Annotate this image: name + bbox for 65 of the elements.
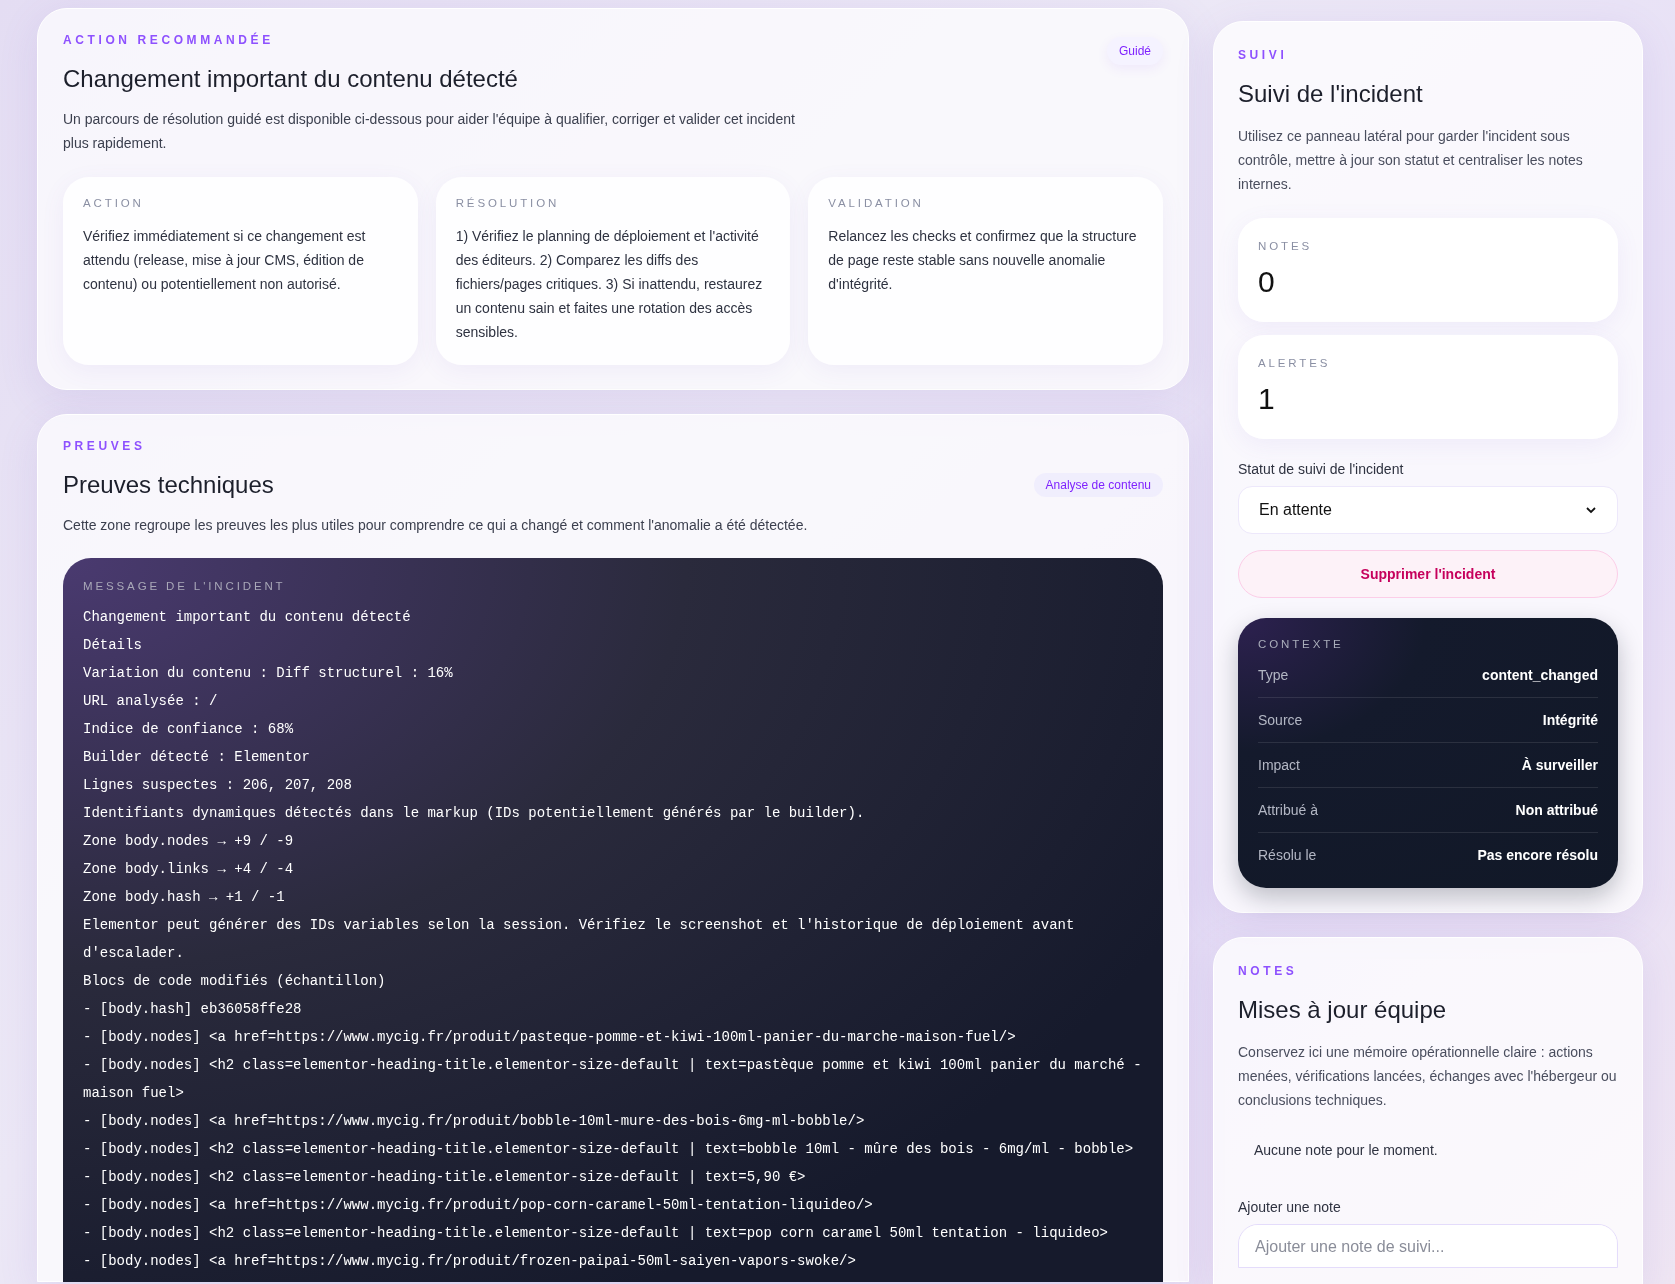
card-description: Un parcours de résolution guidé est disponible ci-dessous pour aider l'équipe à qualifier, corriger et valider cet incident plus rapidement. (63, 110, 796, 153)
context-value: Pas encore résolu (1477, 846, 1598, 866)
step-label: ACTION (83, 196, 145, 211)
card-description: Cette zone regroupe les preuves les plus utiles pour comprendre ce qui a changé et comment l'anomalie a été détectée. (63, 516, 809, 535)
note-input-field[interactable]: Ajouter une note de suivi... (1238, 1224, 1618, 1269)
chevron-down-icon (1585, 504, 1597, 516)
message-line: Elementor peut générer des IDs variables selon la session. Vérifiez le screenshot et l'historique de déploiement avant d'escalader. (83, 916, 1076, 964)
section-eyebrow: PREUVES (63, 438, 147, 455)
card-title: Changement important du contenu détecté (63, 64, 518, 94)
message-line: Zone body.hash → +1 / -1 (83, 888, 286, 908)
context-label: Source (1258, 710, 1303, 730)
context-label: Résolu le (1258, 846, 1317, 866)
guided-badge: Guidé (1106, 37, 1163, 65)
context-label: Type (1258, 665, 1289, 685)
message-line: Zone body.nodes → +9 / -9 (83, 832, 295, 852)
context-value: Intégrité (1542, 710, 1598, 730)
message-line: URL analysée : / (83, 692, 219, 712)
card-description: Conservez ici une mémoire opérationnelle claire : actions menées, vérifications lancées, échanges avec l'hébergeur ou conclusions techniques. (1238, 1043, 1618, 1111)
message-line: Identifiants dynamiques détectés dans le markup (IDs potentiellement générés par le builder). (83, 804, 866, 824)
context-value: content_changed (1482, 665, 1598, 685)
panel-label: MESSAGE DE L'INCIDENT (83, 579, 287, 594)
context-value: Non attribué (1515, 800, 1598, 820)
message-line: - [body.nodes] <h2 class=elementor-heading-title.elementor-size-default | text=pop corn caramel 50ml tentation - liquideo> (83, 1224, 1109, 1244)
delete-button[interactable]: Supprimer l'incident (1238, 550, 1618, 598)
message-line: - [body.nodes] <h2 class=elementor-heading-title.elementor-size-default | text=5,90 €> (83, 1168, 807, 1188)
context-label: Impact (1258, 755, 1300, 775)
stat-value: 0 (1258, 264, 1276, 301)
step-label: RÉSOLUTION (455, 196, 561, 211)
context-value: À surveiller (1521, 755, 1598, 775)
message-line: Changement important du contenu détecté (83, 608, 412, 628)
stat-value: 1 (1258, 381, 1276, 418)
message-line: - [body.nodes] <a href=https://www.mycig.fr/produit/frozen-paipai-50ml-saiyen-vapors-swoke/> (83, 1252, 857, 1272)
stat-label: NOTES (1258, 239, 1313, 254)
card-title: Mises à jour équipe (1238, 995, 1448, 1026)
message-line: Variation du contenu : Diff structurel : 16% (83, 664, 454, 684)
message-line: - [body.nodes] <h2 class=elementor-heading-title.elementor-size-default | text=pastèque pomme et kiwi 100ml panier du marché - maison fuel> (83, 1056, 1143, 1104)
message-line: - [body.hash] eb36058ffe28 (83, 1000, 303, 1020)
step-text: Vérifiez immédiatement si ce changement est attendu (release, mise à jour CMS, édition de contenu) ou potentiellement non autorisé. (83, 227, 367, 295)
message-line: - [body.nodes] <a href=https://www.mycig.fr/produit/pasteque-pomme-et-kiwi-100ml-panier-du-marche-maison-fuel/> (83, 1028, 1017, 1048)
message-line: - [body.nodes] <a href=https://www.mycig.fr/produit/bobble-10ml-mure-des-bois-6mg-ml-bobble/> (83, 1112, 866, 1132)
message-line: Zone body.links → +4 / -4 (83, 860, 295, 880)
step-label: VALIDATION (828, 196, 925, 211)
message-line: - [body.nodes] <h2 class=elementor-heading-title.elementor-size-default | text=bobble 10ml - mûre des bois - 6mg/ml - bobble> (83, 1140, 1135, 1160)
step-text: Relancez les checks et confirmez que la structure de page reste stable sans nouvelle anomalie d'intégrité. (828, 227, 1138, 295)
status-select[interactable]: En attente (1238, 486, 1618, 534)
context-label: Attribué à (1258, 800, 1318, 820)
message-line: Builder détecté : Elementor (83, 748, 311, 768)
message-line: - [body.nodes] <a href=https://www.mycig.fr/produit/pop-corn-caramel-50ml-tentation-liquideo/> (83, 1196, 874, 1216)
panel-label: CONTEXTE (1258, 637, 1345, 652)
card-title: Suivi de l'incident (1238, 79, 1424, 109)
message-line: Indice de confiance : 68% (83, 720, 295, 740)
message-line: Blocs de code modifiés (échantillon) (83, 972, 387, 992)
message-line: Lignes suspectes : 206, 207, 208 (83, 776, 353, 796)
category-badge: Analyse de contenu (1033, 473, 1163, 497)
card-description: Utilisez ce panneau latéral pour garder l'incident sous contrôle, mettre à jour son statut et centraliser les notes internes. (1238, 127, 1584, 194)
field-label: Ajouter une note (1238, 1198, 1342, 1218)
empty-notes-text: Aucune note pour le moment. (1253, 1141, 1439, 1161)
field-label: Statut de suivi de l'incident (1238, 460, 1405, 479)
section-eyebrow: SUIVI (1238, 47, 1289, 64)
section-eyebrow: NOTES (1238, 963, 1299, 981)
stat-label: ALERTES (1258, 356, 1332, 371)
step-text: 1) Vérifiez le planning de déploiement et l'activité des éditeurs. 2) Comparez les diffs des fichiers/pages critiques. 3) Si inattendu, restaurez un contenu sain et faites une rotation des accès sensibles. (455, 227, 764, 343)
section-eyebrow: ACTION RECOMMANDÉE (63, 31, 275, 49)
card-title: Preuves techniques (63, 470, 274, 500)
message-line: Détails (83, 636, 143, 656)
